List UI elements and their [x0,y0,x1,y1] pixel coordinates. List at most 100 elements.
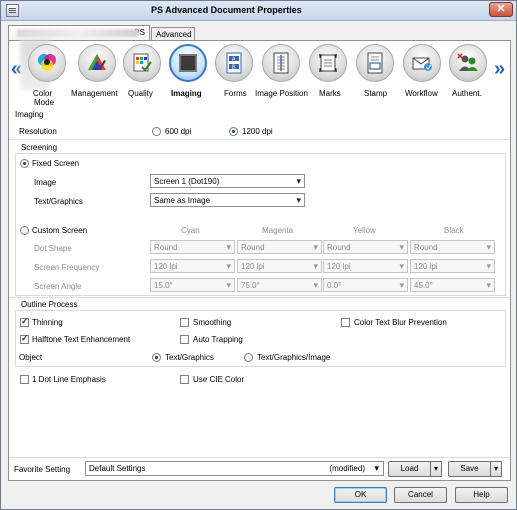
workflow-icon[interactable] [403,44,443,88]
window-title: PS Advanced Document Properties [151,5,302,15]
toolbar-label-color: Color [33,89,53,98]
toolbar-label-imaging: Imaging [171,89,202,98]
tab-ps[interactable]: PS [8,25,150,41]
toolbar-label-authent: Authent. [452,89,482,98]
smoothing-checkbox[interactable] [180,318,189,327]
screen-frequency-label: Screen Frequency [34,263,100,272]
ok-button[interactable]: OK [334,487,387,503]
object-text-graphics-image-radio[interactable] [244,353,253,362]
frequency-yellow-select[interactable]: 120 lpi [323,259,408,273]
toolbar-label-stamp: Stamp [364,89,388,98]
frequency-cyan-select[interactable]: 120 lpi [150,259,235,273]
favorite-divider [9,457,510,458]
text-graphics-screen-select[interactable]: Same as Image [150,193,305,207]
object-text-graphics-image-label: Text/Graphics/Image [257,353,331,362]
color-management-icon[interactable] [78,44,118,88]
halftone-text-label: Halftone Text Enhancement [32,335,131,344]
resolution-label: Resolution [19,127,57,136]
toolbar-label-management: Management [71,89,118,98]
resolution-1200-radio[interactable] [229,127,238,136]
one-dot-line-label: 1 Dot Line Emphasis [32,375,106,384]
stamp-icon[interactable] [356,44,396,88]
tab-advanced[interactable]: Advanced [151,27,195,41]
forms-icon[interactable]: AB [215,44,255,88]
column-magenta: Magenta [262,226,294,235]
angle-cyan-select[interactable]: 15.0° [150,278,235,292]
column-cyan: Cyan [181,226,200,235]
column-black: Black [444,226,464,235]
toolbar-label-marks: Marks [319,89,341,98]
smoothing-label: Smoothing [193,318,232,327]
image-screen-select[interactable]: Screen 1 (Dot190) [150,174,305,188]
favorite-setting-label: Favorite Setting [14,465,71,474]
quality-icon[interactable] [123,44,163,88]
favorite-setting-value: Default Settings [89,464,146,473]
resolution-600-radio[interactable] [152,127,161,136]
redacted-tab-label [17,29,139,37]
custom-screen-label: Custom Screen [32,226,88,235]
scroll-right-icon[interactable]: » [494,58,505,81]
object-label: Object [19,353,43,362]
image-label: Image [34,178,57,187]
marks-icon[interactable] [309,44,349,88]
thinning-checkbox[interactable] [20,316,29,327]
resolution-1200-label: 1200 dpi [242,127,273,136]
frequency-black-select[interactable]: 120 lpi [410,259,495,273]
modified-indicator: (modified) [329,464,365,473]
save-button[interactable]: Save [448,461,491,477]
column-yellow: Yellow [353,226,376,235]
object-text-graphics-radio[interactable] [152,353,161,362]
color-mode-icon[interactable] [20,40,68,90]
object-text-graphics-label: Text/Graphics [165,353,214,362]
toolbar-label-quality: Quality [128,89,153,98]
halftone-text-checkbox[interactable] [20,333,29,344]
screening-section-label: Screening [21,143,58,152]
custom-screen-radio[interactable] [20,226,29,235]
dot-shape-yellow-select[interactable]: Round [323,240,408,254]
imaging-section-label: Imaging [15,110,44,119]
use-cie-checkbox[interactable] [180,375,189,384]
load-menu-chevron-icon[interactable]: ▾ [430,461,442,477]
screening-divider [9,139,510,140]
frequency-magenta-select[interactable]: 120 lpi [237,259,322,273]
toolbar-label-forms: Forms [224,89,247,98]
properties-window: PS Advanced Document Properties ✕ PS Adv… [0,0,517,510]
cancel-button[interactable]: Cancel [394,487,447,503]
favorite-setting-select[interactable]: Default Settings (modified) ▾ [85,461,384,476]
color-text-blur-label: Color Text Blur Prevention [354,318,447,327]
authentication-icon[interactable] [449,44,489,88]
use-cie-label: Use CIE Color [193,375,245,384]
dot-shape-label: Dot Shape [34,244,72,253]
angle-black-select[interactable]: 45.0° [410,278,495,292]
auto-trapping-checkbox[interactable] [180,335,189,344]
image-position-icon[interactable] [262,44,302,88]
printer-app-icon [6,4,19,17]
chevron-down-icon: ▾ [374,463,379,473]
fixed-screen-label: Fixed Screen [32,159,80,168]
toolbar-label-workflow: Workflow [405,89,438,98]
angle-yellow-select[interactable]: 0.0° [323,278,408,292]
angle-magenta-select[interactable]: 75.0° [237,278,322,292]
color-text-blur-checkbox[interactable] [341,318,350,327]
dot-shape-cyan-select[interactable]: Round [150,240,235,254]
fixed-screen-radio[interactable] [20,159,29,168]
resolution-600-label: 600 dpi [165,127,192,136]
load-button[interactable]: Load [388,461,431,477]
dot-shape-magenta-select[interactable]: Round [237,240,322,254]
outline-section-label: Outline Process [21,300,78,309]
close-button[interactable]: ✕ [489,2,513,17]
save-menu-chevron-icon[interactable]: ▾ [490,461,502,477]
auto-trapping-label: Auto Trapping [193,335,243,344]
text-graphics-label: Text/Graphics [34,197,83,206]
category-toolbar: « Color Mode Management Quality Imaging … [9,40,510,107]
screen-angle-label: Screen Angle [34,282,82,291]
outline-divider [9,297,510,298]
toolbar-label-image-position: Image Position [255,89,308,98]
dot-shape-black-select[interactable]: Round [410,240,495,254]
one-dot-line-checkbox[interactable] [20,375,29,384]
toolbar-label-mode: Mode [34,98,55,107]
title-bar: PS Advanced Document Properties ✕ [1,1,516,21]
thinning-label: Thinning [32,318,63,327]
imaging-icon[interactable] [169,44,209,88]
help-button[interactable]: Help [455,487,508,503]
